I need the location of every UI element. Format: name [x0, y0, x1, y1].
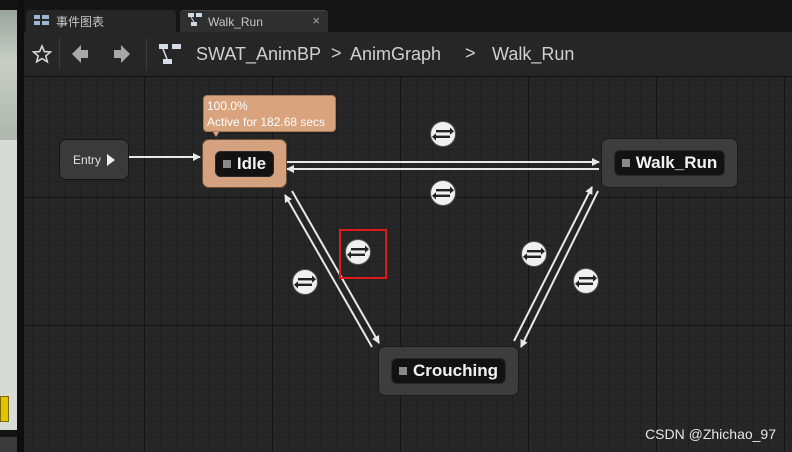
- state-label: Crouching: [413, 361, 498, 380]
- panel-divider[interactable]: [17, 0, 24, 452]
- breadcrumb-separator: >: [331, 43, 342, 63]
- transition-rule-icon[interactable]: [522, 242, 546, 266]
- entry-node[interactable]: Entry: [60, 140, 128, 179]
- close-icon[interactable]: ×: [312, 13, 320, 28]
- state-label: Idle: [236, 153, 267, 173]
- breadcrumb-separator: >: [465, 43, 476, 63]
- forward-arrow-icon[interactable]: [108, 32, 136, 76]
- highlight-annotation-box: [339, 229, 387, 279]
- active-percent: 100.0%: [207, 99, 248, 113]
- breadcrumb-item[interactable]: AnimGraph: [350, 44, 441, 65]
- watermark: CSDN @Zhichao_97: [645, 426, 776, 442]
- state-machine-icon: [188, 13, 202, 30]
- state-node-idle[interactable]: Idle: [203, 140, 286, 187]
- transition-rule-icon[interactable]: [293, 270, 317, 294]
- tab-label: 事件图表: [56, 14, 105, 29]
- tab-bar: 事件图表 Walk_Run ×: [24, 0, 792, 32]
- state-icon: [222, 159, 231, 168]
- selection-marker: [0, 396, 9, 422]
- back-arrow-icon[interactable]: [66, 32, 94, 76]
- star-icon[interactable]: [28, 32, 56, 76]
- left-viewport-strip: [0, 0, 24, 452]
- state-node-crouching[interactable]: Crouching: [379, 347, 518, 395]
- state-icon: [621, 159, 630, 167]
- state-machine-icon: [155, 32, 185, 76]
- active-duration: Active for 182.68 secs: [207, 115, 326, 129]
- state-label: Walk_Run: [635, 153, 718, 172]
- state-machine-graph[interactable]: Entry 100.0% Active for 182.68 secs Idle…: [24, 77, 792, 452]
- transition-rule-icon[interactable]: [431, 181, 455, 205]
- tooltip-pointer: [213, 132, 219, 137]
- tab-walk-run[interactable]: Walk_Run ×: [180, 10, 328, 32]
- graph-toolbar: SWAT_AnimBP > AnimGraph > Walk_Run: [24, 32, 792, 77]
- viewport-preview: [0, 10, 17, 140]
- transition-wires: [128, 153, 600, 348]
- state-status-tooltip: 100.0% Active for 182.68 secs: [203, 95, 336, 132]
- state-icon: [399, 367, 407, 375]
- toolbar-separator: [59, 38, 60, 70]
- viewport-panel: [0, 140, 17, 430]
- breadcrumb-item[interactable]: SWAT_AnimBP: [196, 44, 321, 65]
- breadcrumb-item[interactable]: Walk_Run: [492, 44, 574, 65]
- scrollbar[interactable]: [0, 437, 17, 452]
- state-node-walk-run[interactable]: Walk_Run: [602, 139, 737, 187]
- tab-event-graph[interactable]: 事件图表: [26, 10, 176, 32]
- transition-rule-icon[interactable]: [431, 122, 455, 146]
- entry-label: Entry: [72, 152, 101, 167]
- tab-label: Walk_Run: [208, 14, 263, 29]
- toolbar-separator: [146, 38, 147, 70]
- event-graph-icon: [34, 14, 50, 29]
- entry-output-pin[interactable]: [107, 153, 115, 166]
- transition-rule-icon[interactable]: [574, 269, 598, 293]
